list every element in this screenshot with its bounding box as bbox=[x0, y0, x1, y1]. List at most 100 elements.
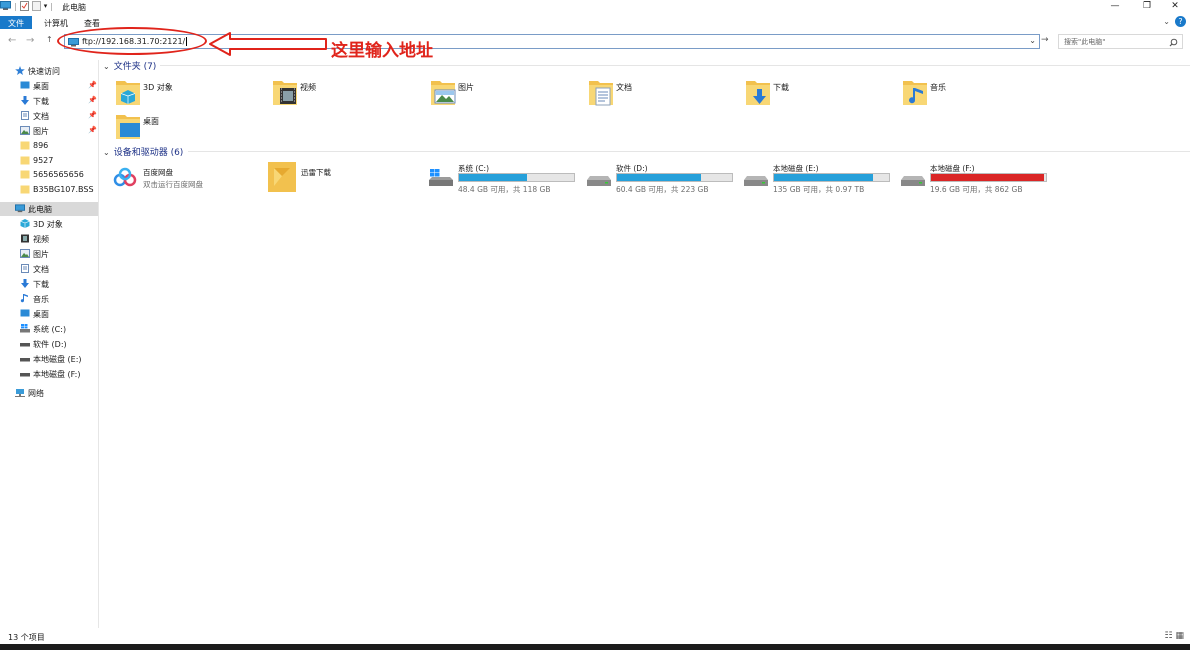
close-button[interactable]: ✕ bbox=[1160, 1, 1190, 11]
sidebar-this-pc[interactable]: 此电脑 bbox=[0, 202, 98, 216]
sidebar-this-pc-label: 此电脑 bbox=[28, 205, 52, 214]
back-button[interactable]: ← bbox=[8, 35, 16, 46]
sidebar-item-drive-e[interactable]: 本地磁盘 (E:) bbox=[0, 352, 98, 366]
tab-computer[interactable]: 计算机 bbox=[36, 16, 76, 29]
sidebar-item-folder-9527[interactable]: 9527 bbox=[0, 154, 98, 168]
view-toggle: ☷ ▦ bbox=[1165, 631, 1184, 641]
this-pc-icon bbox=[15, 204, 25, 213]
folder-desktop[interactable]: 桌面 bbox=[115, 111, 265, 145]
details-view-icon[interactable]: ☷ bbox=[1165, 631, 1173, 641]
forward-button[interactable]: → bbox=[26, 35, 34, 46]
drive-icon bbox=[20, 373, 30, 377]
search-icon[interactable] bbox=[1169, 38, 1178, 47]
folder-pictures[interactable]: 图片 bbox=[430, 77, 580, 111]
sidebar-item-documents-pc[interactable]: 文档 bbox=[0, 262, 98, 276]
folder-downloads[interactable]: 下载 bbox=[745, 77, 895, 111]
sidebar-item-video[interactable]: 视频 bbox=[0, 232, 98, 246]
up-button[interactable]: ↑ bbox=[46, 35, 53, 44]
sidebar-item-folder-896[interactable]: 896 bbox=[0, 139, 98, 153]
taskbar bbox=[0, 644, 1190, 650]
app-name: 百度网盘 bbox=[143, 168, 173, 177]
drive-e[interactable]: 本地磁盘 (E:) 135 GB 可用，共 0.97 TB bbox=[743, 161, 903, 195]
sidebar-item-documents[interactable]: 文档 📌 bbox=[0, 109, 98, 123]
maximize-button[interactable]: ❐ bbox=[1132, 1, 1162, 11]
large-icons-view-icon[interactable]: ▦ bbox=[1175, 631, 1184, 641]
3d-objects-icon bbox=[20, 219, 30, 228]
drive-c[interactable]: 系统 (C:) 48.4 GB 可用，共 118 GB bbox=[428, 161, 588, 195]
folder-icon bbox=[20, 170, 30, 179]
download-icon bbox=[21, 279, 29, 288]
minimize-button[interactable]: — bbox=[1100, 1, 1130, 11]
drive-info: 19.6 GB 可用，共 862 GB bbox=[930, 185, 1023, 194]
drive-usage-bar bbox=[773, 173, 890, 182]
annotation-ellipse bbox=[57, 27, 207, 55]
drive-usage-fill bbox=[931, 174, 1044, 181]
drive-usage-fill bbox=[617, 174, 701, 181]
sidebar-item-label: 音乐 bbox=[33, 295, 49, 304]
collapse-ribbon-icon[interactable]: ⌄ bbox=[1163, 17, 1170, 26]
group-divider bbox=[188, 151, 1190, 152]
sidebar-item-drive-f[interactable]: 本地磁盘 (F:) bbox=[0, 367, 98, 381]
folder-music[interactable]: 音乐 bbox=[902, 77, 1052, 111]
download-icon bbox=[21, 96, 29, 105]
sidebar-item-desktop[interactable]: 桌面 📌 bbox=[0, 79, 98, 93]
annotation-arrow-icon bbox=[209, 32, 327, 56]
folder-3d-objects[interactable]: 3D 对象 bbox=[115, 77, 265, 111]
folder-video[interactable]: 视频 bbox=[272, 77, 422, 111]
help-icon[interactable]: ? bbox=[1175, 16, 1186, 27]
sidebar-item-downloads-pc[interactable]: 下载 bbox=[0, 277, 98, 291]
pin-icon: 📌 bbox=[88, 126, 97, 134]
ribbon-tabs: 文件 计算机 查看 ⌄ ? bbox=[0, 16, 1190, 30]
folder-documents[interactable]: 文档 bbox=[588, 77, 738, 111]
app-baidu-netdisk[interactable]: 百度网盘 双击运行百度网盘 bbox=[113, 164, 273, 198]
search-box[interactable]: 搜索"此电脑" bbox=[1058, 34, 1183, 49]
sidebar-item-label: 文档 bbox=[33, 112, 49, 121]
address-history-dropdown[interactable]: ⌄ bbox=[1029, 36, 1036, 45]
sidebar-item-label: 3D 对象 bbox=[33, 220, 63, 229]
sidebar-item-music[interactable]: 音乐 bbox=[0, 292, 98, 306]
video-icon bbox=[21, 234, 29, 243]
document-icon bbox=[21, 111, 29, 120]
customize-toolbar-icon[interactable]: ▾ bbox=[44, 2, 48, 10]
sidebar-item-desktop-pc[interactable]: 桌面 bbox=[0, 307, 98, 321]
annotation-text: 这里输入地址 bbox=[331, 41, 433, 61]
sidebar-item-folder-b35bg107[interactable]: B35BG107.BSS bbox=[0, 183, 98, 197]
drive-usage-bar bbox=[930, 173, 1047, 182]
sidebar-item-drive-d[interactable]: 软件 (D:) bbox=[0, 337, 98, 351]
pin-icon: 📌 bbox=[88, 81, 97, 89]
sidebar-item-drive-c[interactable]: 系统 (C:) bbox=[0, 322, 98, 336]
windows-drive-icon bbox=[429, 169, 453, 186]
sidebar-quick-access[interactable]: 快速访问 bbox=[0, 64, 98, 78]
sidebar-item-pictures[interactable]: 图片 📌 bbox=[0, 124, 98, 138]
title-bar: | ▾ | 此电脑 — ❐ ✕ bbox=[0, 0, 1190, 14]
sidebar-item-3d-objects[interactable]: 3D 对象 bbox=[0, 217, 98, 231]
folder-label: 桌面 bbox=[143, 117, 159, 126]
chevron-down-icon[interactable]: ⌄ bbox=[103, 62, 110, 71]
drive-d[interactable]: 软件 (D:) 60.4 GB 可用，共 223 GB bbox=[586, 161, 746, 195]
folders-group-header[interactable]: ⌄ 文件夹 (7) bbox=[103, 59, 156, 72]
folder-label: 3D 对象 bbox=[143, 83, 173, 92]
app-thunder-download[interactable]: 迅雷下载 bbox=[268, 162, 428, 196]
sidebar-item-folder-5656565656[interactable]: 5656565656 bbox=[0, 168, 98, 182]
desktop-icon bbox=[20, 81, 30, 89]
tab-file[interactable]: 文件 bbox=[0, 16, 32, 29]
thunder-download-icon bbox=[268, 162, 296, 192]
sidebar-network[interactable]: 网络 bbox=[0, 386, 98, 400]
navigation-pane: 快速访问 桌面 📌 下载 📌 文档 📌 图片 📌 896 9527 565656… bbox=[0, 60, 99, 628]
properties-icon[interactable] bbox=[19, 1, 29, 11]
window-title: 此电脑 bbox=[62, 3, 86, 12]
new-folder-icon[interactable] bbox=[31, 1, 41, 11]
drive-info: 60.4 GB 可用，共 223 GB bbox=[616, 185, 709, 194]
chevron-down-icon[interactable]: ⌄ bbox=[103, 148, 110, 157]
search-input[interactable]: 搜索"此电脑" bbox=[1064, 37, 1105, 47]
sidebar-quick-access-label: 快速访问 bbox=[28, 67, 60, 76]
status-bar: 13 个项目 ☷ ▦ bbox=[0, 630, 1190, 644]
folder-label: 视频 bbox=[300, 83, 316, 92]
drive-f[interactable]: 本地磁盘 (F:) 19.6 GB 可用，共 862 GB bbox=[900, 161, 1060, 195]
sidebar-item-pictures-pc[interactable]: 图片 bbox=[0, 247, 98, 261]
drive-info: 135 GB 可用，共 0.97 TB bbox=[773, 185, 865, 194]
go-button[interactable]: → bbox=[1041, 35, 1049, 45]
sidebar-item-downloads[interactable]: 下载 📌 bbox=[0, 94, 98, 108]
devices-group-header[interactable]: ⌄ 设备和驱动器 (6) bbox=[103, 145, 183, 158]
sidebar-item-label: 本地磁盘 (F:) bbox=[33, 370, 81, 379]
